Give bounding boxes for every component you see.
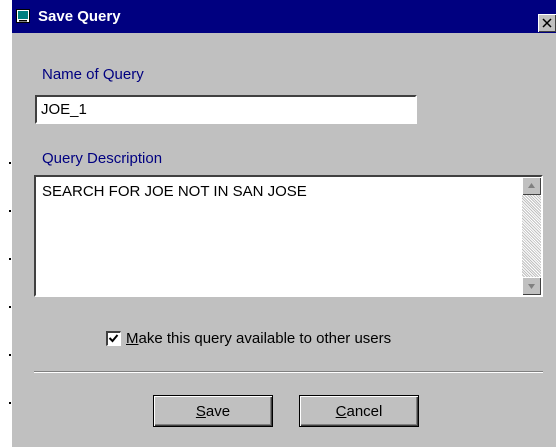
title-bar[interactable]: Save Query (12, 0, 556, 33)
arrow-down-icon (528, 284, 535, 289)
scroll-down-button[interactable] (522, 277, 541, 295)
query-name-input[interactable] (35, 95, 417, 124)
share-mnemonic-letter: M (126, 330, 139, 347)
save-label-rest: ave (205, 402, 231, 420)
close-button[interactable] (538, 14, 556, 32)
checkmark-icon (108, 334, 119, 343)
vertical-scrollbar[interactable] (522, 177, 541, 295)
divider (34, 371, 543, 373)
save-button[interactable]: Save (153, 395, 273, 427)
query-description-text: SEARCH FOR JOE NOT IN SAN JOSE (42, 183, 307, 200)
window-app-icon[interactable] (16, 9, 30, 23)
share-label-rest: ake this query available to other users (138, 330, 392, 347)
share-checkbox[interactable] (106, 331, 121, 346)
query-description-field[interactable]: SEARCH FOR JOE NOT IN SAN JOSE (34, 175, 543, 297)
desktop-edge (0, 0, 12, 447)
cancel-button[interactable]: Cancel (299, 395, 419, 427)
query-description-label: Query Description (42, 150, 163, 167)
scroll-up-button[interactable] (522, 177, 541, 195)
cancel-mnemonic-letter: C (335, 402, 347, 420)
cancel-label-rest: ancel (346, 402, 383, 420)
query-name-label: Name of Query (42, 66, 144, 83)
save-mnemonic-letter: S (195, 402, 206, 420)
window-title: Save Query (38, 8, 121, 25)
share-checkbox-label: Make this query available to other users (126, 330, 391, 348)
close-icon (542, 18, 552, 28)
save-query-dialog: Save Query Name of Query Query Descripti… (12, 0, 556, 447)
arrow-up-icon (528, 183, 535, 188)
